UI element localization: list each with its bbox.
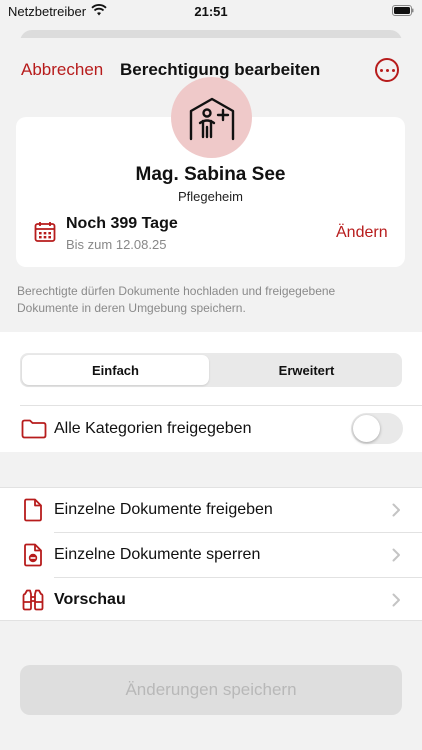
change-duration-button[interactable]: Ändern [336, 224, 388, 242]
care-home-icon [189, 97, 234, 140]
all-categories-label: Alle Kategorien freigegeben [54, 420, 252, 437]
document-icon [24, 498, 42, 522]
user-role: Pflegeheim [177, 189, 244, 204]
preview-row[interactable]: Vorschau [0, 578, 422, 622]
info-text: Berechtigte dürfen Dokumente hochladen u… [17, 284, 336, 315]
battery-icon [392, 5, 414, 16]
ellipsis-circle-icon[interactable] [375, 58, 399, 82]
document-blocked-icon [24, 543, 42, 567]
avatar [171, 77, 252, 158]
save-changes-button[interactable]: Änderungen speichern [20, 665, 402, 715]
all-categories-toggle[interactable] [351, 413, 403, 444]
chevron-right-icon [392, 593, 400, 607]
chevron-right-icon [392, 548, 400, 562]
row-label: Vorschau [54, 591, 126, 608]
block-documents-row[interactable]: Einzelne Dokumente sperren [0, 533, 422, 577]
toggle-knob [353, 415, 380, 442]
mode-segmented-control: Einfach Erweitert [20, 353, 402, 387]
status-bar: Netzbetreiber 21:51 [0, 0, 422, 24]
binoculars-icon [22, 589, 44, 611]
document-options-list: Einzelne Dokumente freigeben Einzelne Do… [0, 487, 422, 621]
segment-einfach[interactable]: Einfach [22, 355, 209, 385]
folder-icon [21, 419, 47, 439]
segment-erweitert[interactable]: Erweitert [213, 355, 400, 385]
calendar-icon [34, 222, 56, 242]
clock: 21:51 [194, 4, 228, 19]
cancel-button[interactable]: Abbrechen [21, 60, 103, 80]
share-documents-row[interactable]: Einzelne Dokumente freigeben [0, 488, 422, 532]
chevron-right-icon [392, 503, 400, 517]
user-name: Mag. Sabina See [135, 164, 286, 185]
expiry-date: Bis zum 12.08.25 [66, 237, 167, 252]
remaining-days: Noch 399 Tage [66, 215, 178, 232]
row-label: Einzelne Dokumente freigeben [54, 501, 273, 518]
row-label: Einzelne Dokumente sperren [54, 546, 261, 563]
divider [20, 405, 422, 406]
